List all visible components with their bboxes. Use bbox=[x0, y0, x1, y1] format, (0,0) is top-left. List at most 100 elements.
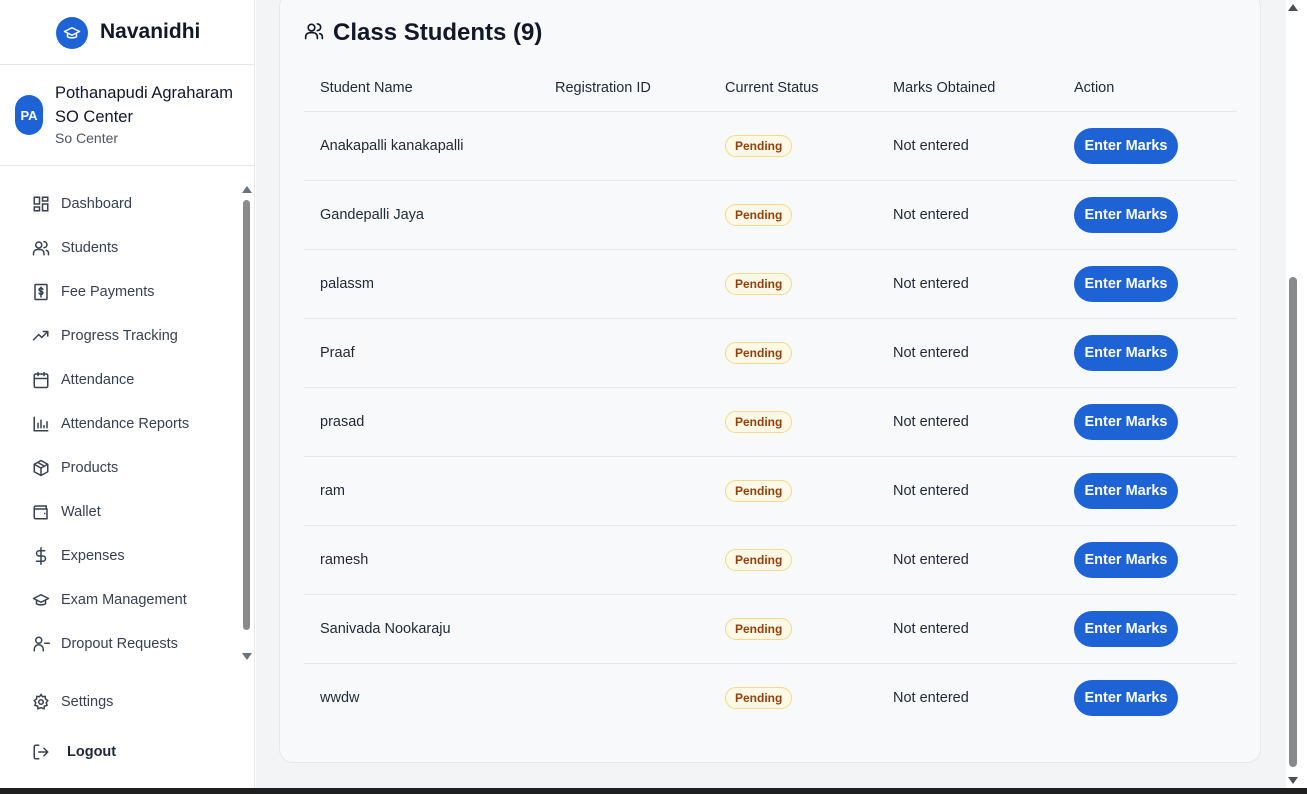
status-cell: Pending bbox=[709, 664, 877, 733]
table-row: Sanivada Nookaraju Pending Not entered E… bbox=[304, 594, 1237, 664]
sidebar-item-label: Expenses bbox=[61, 548, 125, 564]
table-row: ram Pending Not entered Enter Marks bbox=[304, 456, 1237, 526]
page-scroll-up-arrow[interactable] bbox=[1288, 4, 1298, 11]
enter-marks-button[interactable]: Enter Marks bbox=[1074, 335, 1178, 371]
sidebar-item-attendance-reports[interactable]: Attendance Reports bbox=[22, 406, 232, 442]
brand-header: Navanidhi bbox=[0, 0, 255, 65]
card-title: Class Students (9) bbox=[333, 19, 543, 46]
sidebar-item-progress-tracking[interactable]: Progress Tracking bbox=[22, 318, 232, 354]
page-scroll-down-arrow[interactable] bbox=[1288, 777, 1298, 784]
status-badge: Pending bbox=[725, 342, 793, 364]
enter-marks-button[interactable]: Enter Marks bbox=[1074, 473, 1178, 509]
sidebar-item-attendance[interactable]: Attendance bbox=[22, 362, 232, 398]
sidebar-item-label: Wallet bbox=[61, 504, 101, 520]
sidebar-item-exam-management[interactable]: Exam Management bbox=[22, 582, 232, 618]
sidebar-item-fee-payments[interactable]: Fee Payments bbox=[22, 274, 232, 310]
registration-id bbox=[539, 249, 709, 319]
marks-obtained: Not entered bbox=[893, 690, 969, 706]
action-cell: Enter Marks bbox=[1058, 318, 1237, 388]
sidebar-item-expenses[interactable]: Expenses bbox=[22, 538, 232, 574]
table-row: Anakapalli kanakapalli Pending Not enter… bbox=[304, 111, 1237, 181]
receipt-dollar-icon bbox=[32, 283, 50, 301]
enter-marks-button[interactable]: Enter Marks bbox=[1074, 611, 1178, 647]
dashboard-icon bbox=[32, 195, 50, 213]
status-cell: Pending bbox=[709, 525, 877, 595]
enter-marks-button[interactable]: Enter Marks bbox=[1074, 542, 1178, 578]
users-icon bbox=[32, 239, 50, 257]
app-window: Navanidhi PA Pothanapudi Agraharam SO Ce… bbox=[0, 0, 1307, 788]
enter-marks-button[interactable]: Enter Marks bbox=[1074, 266, 1178, 302]
sidebar-item-label: Progress Tracking bbox=[61, 328, 178, 344]
sidebar-scroll-down-arrow[interactable] bbox=[242, 653, 252, 660]
avatar: PA bbox=[15, 95, 43, 135]
action-cell: Enter Marks bbox=[1058, 525, 1237, 595]
registration-id bbox=[539, 525, 709, 595]
marks-obtained: Not entered bbox=[877, 594, 1058, 664]
registration-id bbox=[539, 318, 709, 388]
registration-id bbox=[539, 594, 709, 664]
students-table: Student Name Registration ID Current Sta… bbox=[304, 65, 1237, 732]
enter-marks-button[interactable]: Enter Marks bbox=[1074, 680, 1178, 716]
status-badge: Pending bbox=[725, 135, 793, 157]
logout-button[interactable]: Logout bbox=[22, 734, 232, 770]
column-header: Action bbox=[1058, 65, 1237, 112]
marks-obtained: Not entered bbox=[877, 318, 1058, 388]
page-scrollbar-thumb[interactable] bbox=[1289, 277, 1297, 767]
action-cell: Enter Marks bbox=[1058, 249, 1237, 319]
class-students-card: Class Students (9) Student Name Registra… bbox=[279, 0, 1261, 763]
main-content: Class Students (9) Student Name Registra… bbox=[256, 0, 1286, 788]
student-name: Sanivada Nookaraju bbox=[304, 594, 539, 664]
enter-marks-button[interactable]: Enter Marks bbox=[1074, 128, 1178, 164]
marks-obtained: Not entered bbox=[877, 456, 1058, 526]
sidebar-item-wallet[interactable]: Wallet bbox=[22, 494, 232, 530]
registration-id bbox=[539, 664, 709, 733]
student-name: ram bbox=[304, 456, 539, 526]
marks-obtained: Not entered bbox=[877, 249, 1058, 319]
enter-marks-button[interactable]: Enter Marks bbox=[1074, 404, 1178, 440]
marks-obtained: Not entered bbox=[877, 525, 1058, 595]
status-badge: Pending bbox=[725, 618, 793, 640]
action-cell: Enter Marks bbox=[1058, 594, 1237, 664]
sidebar-item-label: Logout bbox=[67, 744, 117, 760]
status-badge: Pending bbox=[725, 204, 793, 226]
sidebar-item-students[interactable]: Students bbox=[22, 230, 232, 266]
status-badge: Pending bbox=[725, 687, 793, 709]
registration-id bbox=[539, 387, 709, 457]
calendar-icon bbox=[32, 371, 50, 389]
status-cell: Pending bbox=[709, 180, 877, 250]
sidebar-item-label: Attendance Reports bbox=[61, 416, 190, 432]
sidebar-item-dashboard[interactable]: Dashboard bbox=[22, 186, 232, 222]
sidebar-item-label: Students bbox=[61, 240, 119, 256]
center-name: Pothanapudi Agraharam SO Center bbox=[55, 84, 233, 126]
student-name: Anakapalli kanakapalli bbox=[304, 111, 539, 181]
status-cell: Pending bbox=[709, 111, 877, 181]
status-badge: Pending bbox=[725, 549, 793, 571]
enter-marks-button[interactable]: Enter Marks bbox=[1074, 197, 1178, 233]
table-row: Gandepalli Jaya Pending Not entered Ente… bbox=[304, 180, 1237, 250]
user-minus-icon bbox=[32, 635, 50, 653]
action-cell: Enter Marks bbox=[1058, 111, 1237, 181]
column-header: Current Status bbox=[709, 65, 877, 112]
action-cell: Enter Marks bbox=[1058, 387, 1237, 457]
registration-id bbox=[539, 456, 709, 526]
status-badge: Pending bbox=[725, 480, 793, 502]
sidebar-item-dropout-requests[interactable]: Dropout Requests bbox=[22, 626, 232, 662]
sidebar-item-label: Dropout Requests bbox=[61, 636, 178, 652]
status-badge: Pending bbox=[725, 411, 793, 433]
sidebar-item-settings[interactable]: Settings bbox=[22, 684, 232, 720]
column-header: Marks Obtained bbox=[877, 65, 1058, 112]
student-name: prasad bbox=[304, 387, 539, 457]
sidebar-scroll-up-arrow[interactable] bbox=[242, 186, 252, 193]
table-row: wwdw Pending Not entered Enter Marks bbox=[304, 664, 1237, 733]
marks-obtained: Not entered bbox=[877, 180, 1058, 250]
status-cell: Pending bbox=[709, 594, 877, 664]
table-row: prasad Pending Not entered Enter Marks bbox=[304, 387, 1237, 457]
sidebar-item-products[interactable]: Products bbox=[22, 450, 232, 486]
action-cell: Enter Marks bbox=[1058, 664, 1237, 733]
sidebar-scrollbar-thumb[interactable] bbox=[243, 200, 250, 630]
table-row: Praaf Pending Not entered Enter Marks bbox=[304, 318, 1237, 388]
card-header: Class Students (9) bbox=[304, 19, 542, 47]
table-header-row: Student Name Registration ID Current Sta… bbox=[304, 65, 1237, 112]
graduation-cap-icon bbox=[32, 591, 50, 609]
sidebar-item-label: Attendance bbox=[61, 372, 135, 388]
